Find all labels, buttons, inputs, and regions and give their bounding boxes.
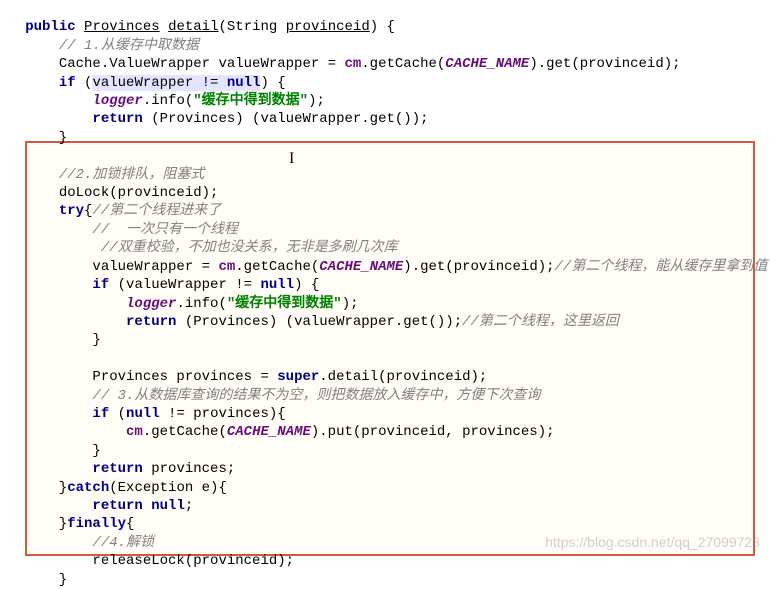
const-cache-name: CACHE_NAME: [227, 424, 311, 440]
return-type: Provinces: [84, 19, 160, 35]
code: ).get(provinceid);: [529, 56, 680, 72]
comment: //双重校验，不加也没关系，无非是多刷几次库: [101, 240, 398, 256]
code-block: public Provinces detail ( String provincei…: [0, 0, 770, 589]
string: "缓存中得到数据": [227, 296, 342, 312]
code: .getCache(: [361, 56, 445, 72]
code: .getCache(: [235, 259, 319, 275]
code: valueWrapper =: [92, 259, 218, 275]
code: .info(: [176, 296, 226, 312]
code: .info(: [143, 93, 193, 109]
kw-if: if: [92, 277, 109, 293]
kw-if: if: [92, 406, 109, 422]
code: Provinces provinces =: [92, 369, 277, 385]
field-cm: cm: [126, 424, 143, 440]
field-cm: cm: [218, 259, 235, 275]
code: != provinces){: [160, 406, 286, 422]
method-name: detail: [168, 19, 218, 35]
comment: //4.解锁: [92, 535, 154, 551]
kw-finally: finally: [67, 516, 126, 532]
kw-null: null: [227, 75, 261, 91]
comment: //第二个线程进来了: [92, 203, 221, 219]
const-cache-name: CACHE_NAME: [445, 56, 529, 72]
code: Cache.ValueWrapper valueWrapper =: [59, 56, 345, 72]
kw-try: try: [59, 203, 84, 219]
const-cache-name: CACHE_NAME: [319, 259, 403, 275]
kw-if: if: [59, 75, 76, 91]
comment: //第二个线程，能从缓存里拿到值？: [555, 259, 770, 275]
comment: // 3.从数据库查询的结果不为空，则把数据放入缓存中，方便下次查询: [92, 388, 540, 404]
kw-return: return: [92, 498, 142, 514]
param-type: String: [227, 19, 277, 35]
code: (Provinces) (valueWrapper.get());: [143, 111, 429, 127]
code: (valueWrapper !=: [109, 277, 260, 293]
string: "缓存中得到数据": [193, 93, 308, 109]
code: ;: [185, 498, 193, 514]
code: ).get(provinceid);: [403, 259, 554, 275]
kw-null: null: [260, 277, 294, 293]
code: provinces;: [143, 461, 235, 477]
kw-super: super: [277, 369, 319, 385]
comment: //第二个线程，这里返回: [462, 314, 619, 330]
field-cm: cm: [344, 56, 361, 72]
kw-return: return: [126, 314, 176, 330]
kw-catch: catch: [67, 480, 109, 496]
kw-return: return: [92, 111, 142, 127]
kw-null: null: [143, 498, 185, 514]
field-logger: logger: [126, 296, 176, 312]
code: );: [342, 296, 359, 312]
code: doLock(provinceid);: [59, 185, 219, 201]
code: ).put(provinceid, provinces);: [311, 424, 555, 440]
code: releaseLock(provinceid);: [92, 553, 294, 569]
code: .getCache(: [143, 424, 227, 440]
comment: // 一次只有一个线程: [92, 222, 238, 238]
code: (Provinces) (valueWrapper.get());: [176, 314, 462, 330]
kw-return: return: [92, 461, 142, 477]
code: (: [109, 406, 126, 422]
code: );: [308, 93, 325, 109]
code: ) {: [294, 277, 319, 293]
expr: valueWrapper !=: [92, 75, 226, 91]
kw-public: public: [25, 19, 75, 35]
param-name: provinceid: [286, 19, 370, 35]
code: .detail(provinceid);: [319, 369, 487, 385]
code: (Exception e){: [109, 480, 227, 496]
field-logger: logger: [92, 93, 142, 109]
comment: // 1.从缓存中取数据: [59, 38, 199, 54]
comment: //2.加锁排队，阻塞式: [59, 167, 205, 183]
kw-null: null: [126, 406, 160, 422]
